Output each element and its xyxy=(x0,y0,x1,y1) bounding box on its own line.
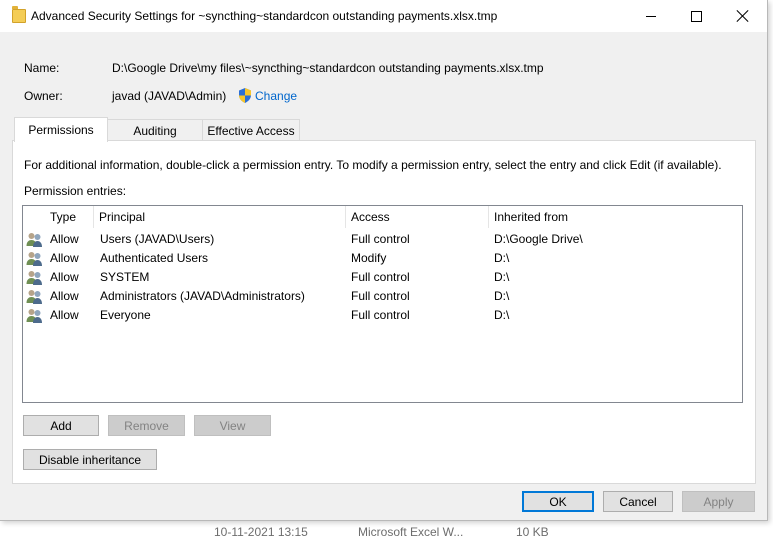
name-label: Name: xyxy=(24,61,60,75)
table-row[interactable]: Allow Authenticated Users Modify D:\ xyxy=(23,249,742,268)
row-principal: Users (JAVAD\Users) xyxy=(100,232,215,246)
owner-value: javad (JAVAD\Admin) xyxy=(112,89,227,103)
row-inherited-from: D:\Google Drive\ xyxy=(494,232,583,246)
maximize-icon xyxy=(691,10,702,22)
column-header-access[interactable]: Access xyxy=(346,206,489,228)
row-inherited-from: D:\ xyxy=(494,251,510,265)
table-row[interactable]: Allow SYSTEM Full control D:\ xyxy=(23,268,742,287)
column-header-principal[interactable]: Principal xyxy=(94,206,346,228)
list-header: Type Principal Access Inherited from xyxy=(23,206,742,228)
ok-button[interactable]: OK xyxy=(522,491,594,512)
permission-entries-list[interactable]: Type Principal Access Inherited from All… xyxy=(22,205,743,403)
row-type: Allow xyxy=(50,251,79,265)
row-access: Full control xyxy=(351,308,410,322)
row-access: Full control xyxy=(351,289,410,303)
folder-icon xyxy=(12,6,26,23)
users-icon xyxy=(26,252,42,266)
view-button[interactable]: View xyxy=(194,415,271,436)
row-type: Allow xyxy=(50,270,79,284)
owner-label: Owner: xyxy=(24,89,63,103)
row-principal: Administrators (JAVAD\Administrators) xyxy=(100,289,305,303)
background-file-date: 10-11-2021 13:15 xyxy=(214,525,308,539)
change-owner-link[interactable]: Change xyxy=(255,89,297,103)
users-icon xyxy=(26,309,42,323)
permission-entries-label: Permission entries: xyxy=(24,184,127,198)
row-inherited-from: D:\ xyxy=(494,270,510,284)
row-inherited-from: D:\ xyxy=(494,308,510,322)
uac-shield-icon[interactable] xyxy=(238,88,252,103)
row-inherited-from: D:\ xyxy=(494,289,510,303)
title-bar[interactable]: Advanced Security Settings for ~syncthin… xyxy=(0,0,767,32)
minimize-button[interactable] xyxy=(628,0,673,32)
row-type: Allow xyxy=(50,308,79,322)
apply-button[interactable]: Apply xyxy=(682,491,755,512)
disable-inheritance-button[interactable]: Disable inheritance xyxy=(23,449,157,470)
maximize-button[interactable] xyxy=(674,0,719,32)
table-row[interactable]: Allow Administrators (JAVAD\Administrato… xyxy=(23,287,742,306)
tab-permissions[interactable]: Permissions xyxy=(14,117,108,142)
users-icon xyxy=(26,290,42,304)
cancel-button[interactable]: Cancel xyxy=(603,491,673,512)
tab-effective-access[interactable]: Effective Access xyxy=(202,119,300,141)
close-button[interactable] xyxy=(720,0,765,32)
row-type: Allow xyxy=(50,289,79,303)
row-access: Full control xyxy=(351,232,410,246)
instruction-text: For additional information, double-click… xyxy=(24,158,722,172)
users-icon xyxy=(26,271,42,285)
row-access: Full control xyxy=(351,270,410,284)
remove-button[interactable]: Remove xyxy=(108,415,185,436)
row-principal: SYSTEM xyxy=(100,270,150,284)
add-button[interactable]: Add xyxy=(23,415,99,436)
row-principal: Authenticated Users xyxy=(100,251,209,265)
minimize-icon xyxy=(645,15,656,17)
advanced-security-dialog: Advanced Security Settings for ~syncthin… xyxy=(0,0,768,521)
users-icon xyxy=(26,233,42,247)
row-access: Modify xyxy=(351,251,387,265)
background-file-type: Microsoft Excel W... xyxy=(358,525,464,539)
row-principal: Everyone xyxy=(100,308,151,322)
column-header-type[interactable]: Type xyxy=(45,206,94,228)
row-type: Allow xyxy=(50,232,79,246)
table-row[interactable]: Allow Users (JAVAD\Users) Full control D… xyxy=(23,230,742,249)
table-row[interactable]: Allow Everyone Full control D:\ xyxy=(23,306,742,325)
close-icon xyxy=(737,10,749,22)
background-file-size: 10 KB xyxy=(516,525,549,539)
window-title: Advanced Security Settings for ~syncthin… xyxy=(31,9,498,23)
background-file-row: 10-11-2021 13:15 Microsoft Excel W... 10… xyxy=(0,521,773,540)
tab-auditing[interactable]: Auditing xyxy=(106,119,204,141)
name-value: D:\Google Drive\my files\~syncthing~stan… xyxy=(112,61,544,75)
column-header-inherited-from[interactable]: Inherited from xyxy=(489,206,742,228)
